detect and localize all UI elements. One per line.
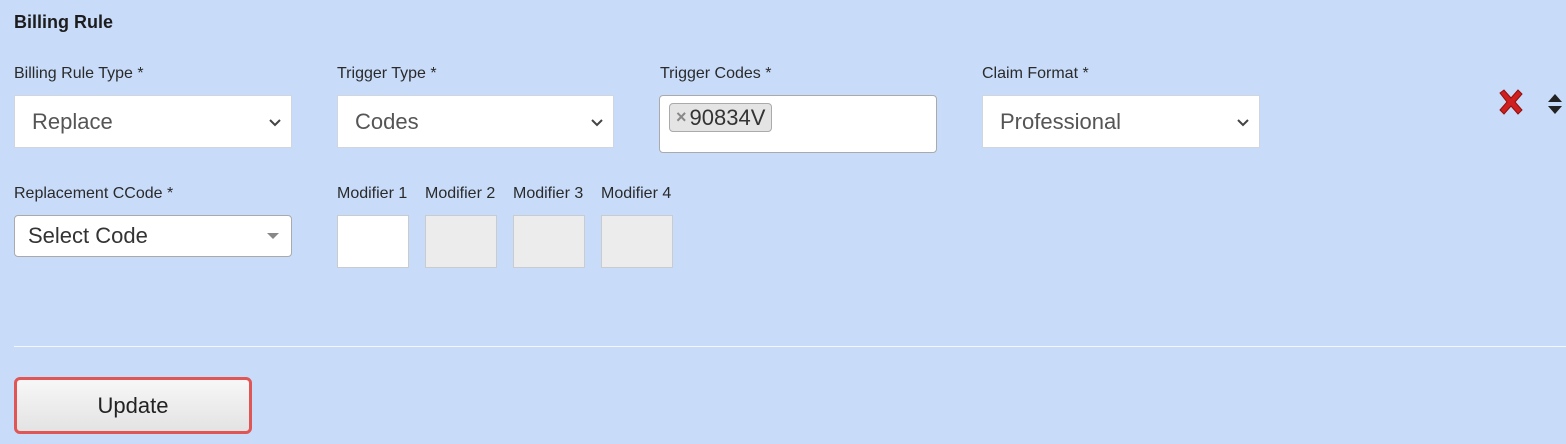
claim-format-label: Claim Format * [982, 65, 1089, 82]
trigger-code-tag-label: 90834V [689, 104, 766, 130]
modifier-2-input [425, 215, 497, 268]
divider [14, 346, 1566, 347]
trigger-type-select[interactable]: Codes [337, 95, 614, 148]
chevron-down-icon [1237, 118, 1249, 126]
claim-format-value: Professional [1000, 108, 1122, 134]
billing-rule-type-label: Billing Rule Type * [14, 65, 144, 82]
billing-rule-type-value: Replace [32, 108, 113, 134]
trigger-code-tag: × 90834V [669, 103, 773, 132]
modifier-1-input[interactable] [337, 215, 409, 268]
replacement-code-value: Select Code [28, 223, 148, 248]
update-button[interactable]: Update [14, 377, 252, 434]
modifier-4-label: Modifier 4 [601, 185, 672, 202]
chevron-down-icon [269, 118, 281, 126]
modifier-3-label: Modifier 3 [513, 185, 584, 202]
replacement-code-select[interactable]: Select Code [14, 215, 292, 257]
trigger-codes-label: Trigger Codes * [660, 65, 772, 82]
billing-rule-type-select[interactable]: Replace [14, 95, 292, 148]
modifier-2-label: Modifier 2 [425, 185, 496, 202]
modifier-3-input [513, 215, 585, 268]
delete-icon[interactable] [1495, 86, 1527, 118]
caret-down-icon [267, 233, 279, 239]
sort-icon[interactable] [1547, 93, 1563, 115]
trigger-type-value: Codes [355, 108, 419, 134]
tag-remove-icon[interactable]: × [676, 107, 687, 128]
modifier-1-label: Modifier 1 [337, 185, 408, 202]
section-title: Billing Rule [14, 12, 113, 32]
replacement-code-label: Replacement CCode * [14, 185, 174, 202]
modifier-4-input [601, 215, 673, 268]
claim-format-select[interactable]: Professional [982, 95, 1260, 148]
trigger-type-label: Trigger Type * [337, 65, 437, 82]
trigger-codes-input[interactable]: × 90834V [659, 95, 937, 153]
chevron-down-icon [591, 118, 603, 126]
